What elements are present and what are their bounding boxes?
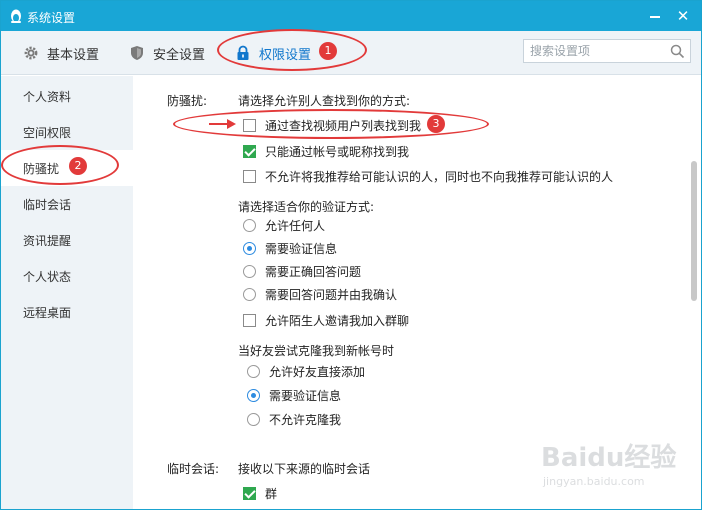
watermark-logo: Baidu经验	[541, 443, 677, 473]
find-me-prompt: 请选择允许别人查找到你的方式:	[238, 94, 411, 108]
verify-option-anyone[interactable]: 允许任何人	[243, 217, 325, 234]
radio-button[interactable]	[243, 242, 256, 255]
clone-option-verify[interactable]: 需要验证信息	[247, 387, 341, 404]
option-label: 允许任何人	[265, 219, 326, 233]
sidebar-item-label: 远程桌面	[23, 305, 72, 320]
search-input[interactable]	[524, 40, 664, 62]
option-label: 需要回答问题并由我确认	[265, 288, 398, 302]
tab-label: 权限设置	[259, 47, 312, 63]
checkbox[interactable]	[243, 145, 256, 158]
gear-icon	[24, 46, 38, 60]
radio-button[interactable]	[243, 288, 256, 301]
option-label: 需要验证信息	[265, 242, 338, 256]
radio-button[interactable]	[247, 389, 260, 402]
radio-button[interactable]	[247, 413, 260, 426]
checkbox[interactable]	[243, 119, 256, 132]
verify-option-answer[interactable]: 需要正确回答问题	[243, 263, 361, 280]
sidebar-item-label: 资讯提醒	[23, 233, 72, 248]
sidebar-item-profile[interactable]: 个人资料	[1, 78, 133, 114]
section-label-anti-harass: 防骚扰:	[167, 94, 208, 108]
temp-session-prompt: 接收以下来源的临时会话	[238, 462, 371, 476]
checkbox[interactable]	[243, 487, 256, 500]
verify-option-answer-confirm[interactable]: 需要回答问题并由我确认	[243, 286, 397, 303]
scrollbar-thumb[interactable]	[691, 161, 697, 301]
shield-icon	[131, 46, 143, 60]
minimize-button[interactable]	[645, 6, 665, 26]
sidebar-item-label: 个人状态	[23, 269, 72, 284]
settings-window: 系统设置 ✕ 基本设置 安全设置 权限设置 搜索设置项 个人资料 空间权限 防骚…	[0, 0, 702, 510]
option-label: 需要验证信息	[269, 389, 342, 403]
sidebar-item-temp-session[interactable]: 临时会话	[1, 186, 133, 222]
temp-session-option-group[interactable]: 群	[243, 485, 277, 502]
sidebar-item-anti-harass[interactable]: 防骚扰	[1, 150, 133, 186]
title-bar: 系统设置 ✕	[1, 1, 701, 31]
sidebar-item-personal-status[interactable]: 个人状态	[1, 258, 133, 294]
clone-option-allow[interactable]: 允许好友直接添加	[247, 363, 365, 380]
tab-permission-settings[interactable]: 权限设置	[235, 31, 311, 75]
tab-basic-settings[interactable]: 基本设置	[23, 31, 99, 75]
tab-label: 安全设置	[153, 47, 206, 63]
option-label: 不允许克隆我	[269, 413, 342, 427]
option-label: 允许陌生人邀请我加入群聊	[265, 314, 410, 328]
radio-button[interactable]	[243, 219, 256, 232]
radio-button[interactable]	[243, 265, 256, 278]
penguin-icon	[11, 9, 21, 23]
close-button[interactable]: ✕	[673, 6, 693, 26]
verify-prompt: 请选择适合你的验证方式:	[238, 200, 375, 214]
clone-prompt: 当好友尝试克隆我到新帐号时	[238, 344, 395, 358]
sidebar-item-label: 防骚扰	[23, 161, 60, 176]
find-option-video-list[interactable]: 通过查找视频用户列表找到我	[243, 117, 421, 134]
close-icon: ✕	[676, 7, 690, 25]
option-label: 允许好友直接添加	[269, 365, 366, 379]
checkbox[interactable]	[243, 170, 256, 183]
find-option-no-recommend[interactable]: 不允许将我推荐给可能认识的人，同时也不向我推荐可能认识的人	[243, 168, 613, 185]
verify-option-message[interactable]: 需要验证信息	[243, 240, 337, 257]
section-label-temp-session: 临时会话:	[167, 462, 220, 476]
search-box[interactable]	[523, 39, 691, 63]
sidebar-item-space-permission[interactable]: 空间权限	[1, 114, 133, 150]
tab-bar: 基本设置 安全设置 权限设置	[1, 31, 701, 75]
window-title: 系统设置	[27, 11, 76, 25]
option-label: 通过查找视频用户列表找到我	[265, 119, 422, 133]
find-option-account-nickname[interactable]: 只能通过帐号或昵称找到我	[243, 143, 409, 160]
radio-button[interactable]	[247, 365, 260, 378]
tab-label: 基本设置	[47, 47, 100, 63]
annotation-arrow-head	[227, 119, 236, 129]
option-label: 不允许将我推荐给可能认识的人，同时也不向我推荐可能认识的人	[265, 170, 614, 184]
tab-security-settings[interactable]: 安全设置	[129, 31, 205, 75]
annotation-badge: 1	[319, 42, 337, 60]
sidebar-item-label: 临时会话	[23, 197, 72, 212]
search-icon[interactable]	[670, 44, 685, 59]
sidebar-item-label: 空间权限	[23, 125, 72, 140]
option-label: 群	[265, 487, 278, 501]
annotation-arrow-line	[209, 123, 229, 125]
sidebar-item-news-reminder[interactable]: 资讯提醒	[1, 222, 133, 258]
annotation-badge: 2	[69, 157, 87, 175]
clone-option-deny[interactable]: 不允许克隆我	[247, 411, 341, 428]
sidebar-item-label: 个人资料	[23, 89, 72, 104]
watermark: Baidu经验 jingyan.baidu.com	[541, 433, 691, 493]
option-label: 需要正确回答问题	[265, 265, 362, 279]
annotation-badge: 3	[427, 115, 445, 133]
sidebar: 个人资料 空间权限 防骚扰 临时会话 资讯提醒 个人状态 远程桌面	[1, 76, 133, 509]
sidebar-item-remote-desktop[interactable]: 远程桌面	[1, 294, 133, 330]
lock-icon	[237, 45, 249, 60]
option-label: 只能通过帐号或昵称找到我	[265, 145, 410, 159]
checkbox[interactable]	[243, 314, 256, 327]
group-invite-option[interactable]: 允许陌生人邀请我加入群聊	[243, 312, 409, 329]
watermark-url: jingyan.baidu.com	[543, 475, 645, 488]
